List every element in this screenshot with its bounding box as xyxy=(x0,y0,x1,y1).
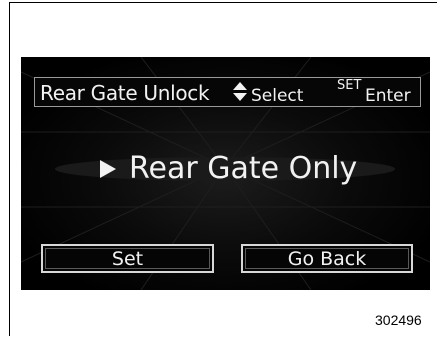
display-screen: Rear Gate Unlock Select SET Enter Rear G… xyxy=(21,57,430,290)
triangle-right-icon xyxy=(100,160,116,178)
option-label: Rear Gate Only xyxy=(129,151,358,186)
selected-option[interactable]: Rear Gate Only xyxy=(21,149,430,189)
screen-title: Rear Gate Unlock xyxy=(40,81,210,105)
enter-hint: Enter xyxy=(365,86,411,106)
set-button-label: Set xyxy=(111,247,144,270)
set-button[interactable]: Set xyxy=(41,244,214,273)
go-back-button[interactable]: Go Back xyxy=(241,244,413,273)
screen-header: Rear Gate Unlock Select SET Enter xyxy=(34,77,421,107)
go-back-button-label: Go Back xyxy=(287,247,367,270)
figure-number: 302496 xyxy=(375,312,422,328)
select-hint: Select xyxy=(251,86,304,106)
up-down-arrows-icon xyxy=(233,82,247,101)
set-key-label: SET xyxy=(337,78,362,93)
